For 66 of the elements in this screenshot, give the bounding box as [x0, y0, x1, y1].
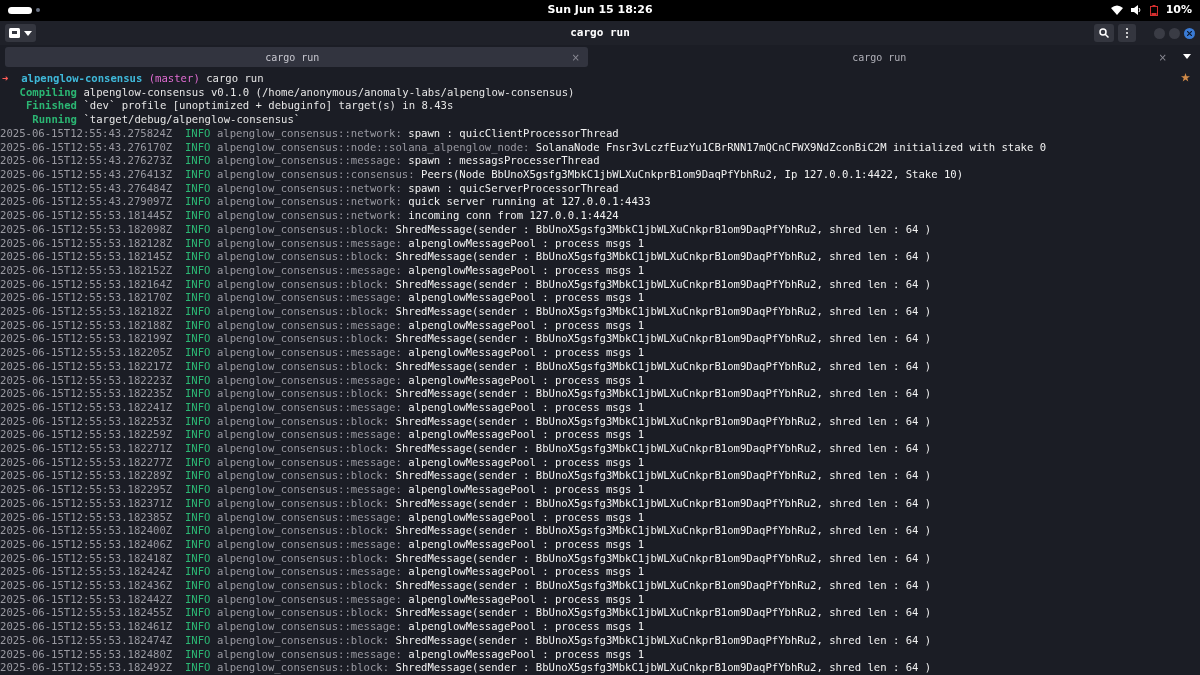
build-output-line: Running `target/debug/alpenglow-consensus` [31, 113, 302, 127]
battery-icon [1149, 4, 1158, 16]
log-line: 2025-06-15T12:55:53.182436Z INFO alpenglow_consensus::block: ShredMessage(sender : BbUnoX5gsfg3MbkC1jbWLXuCnkprB1om9DaqPfYbhRu2, shred len : 64 ) [0, 579, 933, 593]
terminal-tab[interactable]: cargo run × [592, 47, 1175, 68]
log-line: 2025-06-15T12:55:53.182455Z INFO alpenglow_consensus::block: ShredMessage(sender : BbUnoX5gsfg3MbkC1jbWLXuCnkprB1om9DaqPfYbhRu2, shred len : 64 ) [0, 606, 933, 621]
speaker-icon [1130, 5, 1142, 16]
log-line: 2025-06-15T12:55:53.182492Z INFO alpenglow_consensus::block: ShredMessage(sender : BbUnoX5gsfg3MbkC1jbWLXuCnkprB1om9DaqPfYbhRu2, shred len : 64 ) [0, 661, 933, 675]
log-line: 2025-06-15T12:55:53.182277Z INFO alpenglow_consensus::message: alpenglowMessagePool : process msgs 1 [0, 455, 646, 470]
clock[interactable]: Sun Jun 15 18:26 [547, 2, 653, 19]
log-line: 2025-06-15T12:55:53.182480Z INFO alpenglow_consensus::message: alpenglowMessagePool : process msgs 1 [0, 647, 646, 662]
tab-label: cargo run [851, 50, 908, 65]
log-line: 2025-06-15T12:55:53.182217Z INFO alpenglow_consensus::block: ShredMessage(sender : BbUnoX5gsfg3MbkC1jbWLXuCnkprB1om9DaqPfYbhRu2, shred len : 64 ) [0, 359, 933, 374]
new-tab-button[interactable] [5, 24, 36, 43]
tab-label: cargo run [264, 50, 321, 65]
search-button[interactable] [1094, 24, 1114, 43]
log-line: 2025-06-15T12:55:43.275824Z INFO alpenglow_consensus::network: spawn : quicClientProcessorThread [0, 126, 620, 141]
log-line: 2025-06-15T12:55:53.182170Z INFO alpenglow_consensus::message: alpenglowMessagePool : process msgs 1 [0, 291, 646, 305]
log-line: 2025-06-15T12:55:53.182182Z INFO alpenglow_consensus::block: ShredMessage(sender : BbUnoX5gsfg3MbkC1jbWLXuCnkprB1om9DaqPfYbhRu2, shred len : 64 ) [0, 305, 933, 319]
log-line: 2025-06-15T12:55:53.182128Z INFO alpenglow_consensus::message: alpenglowMessagePool : process msgs 1 [0, 236, 646, 251]
tab-close-button[interactable]: × [571, 49, 580, 65]
log-line: 2025-06-15T12:55:43.276413Z INFO alpenglow_consensus::consensus: Peers(Node BbUnoX5gsfg3MbkC1jbWLXuCnkprB1om9DaqPfYbhRu2, Ip 127.0.0.1:4422, Stake 10) [0, 168, 965, 182]
terminal-icon [9, 28, 20, 39]
log-line: 2025-06-15T12:55:53.182385Z INFO alpenglow_consensus::message: alpenglowMessagePool : process msgs 1 [0, 510, 646, 525]
log-line: 2025-06-15T12:55:53.182418Z INFO alpenglow_consensus::block: ShredMessage(sender : BbUnoX5gsfg3MbkC1jbWLXuCnkprB1om9DaqPfYbhRu2, shred len : 64 ) [0, 551, 933, 566]
star-icon [1180, 73, 1190, 83]
log-line: 2025-06-15T12:55:53.182235Z INFO alpenglow_consensus::block: ShredMessage(sender : BbUnoX5gsfg3MbkC1jbWLXuCnkprB1om9DaqPfYbhRu2, shred len : 64 ) [0, 387, 933, 401]
log-line: 2025-06-15T12:55:53.182400Z INFO alpenglow_consensus::block: ShredMessage(sender : BbUnoX5gsfg3MbkC1jbWLXuCnkprB1om9DaqPfYbhRu2, shred len : 64 ) [0, 524, 933, 538]
log-line: 2025-06-15T12:55:43.276170Z INFO alpenglow_consensus::node::solana_alpenglow_node: SolanaNode Fnsr3vLczfEuzYu1CBrRNN17mQCnCFWX9NdZconBiC2M initialized with stake 0 [0, 140, 1048, 155]
menu-button[interactable] [1118, 24, 1136, 43]
log-line: 2025-06-15T12:55:53.182188Z INFO alpenglow_consensus::message: alpenglowMessagePool : process msgs 1 [0, 318, 646, 333]
log-line: 2025-06-15T12:55:53.181445Z INFO alpenglow_consensus::network: incoming conn from 127.0.0.1:4424 [0, 209, 620, 223]
window-title: cargo run [570, 24, 630, 41]
log-line: 2025-06-15T12:55:53.182474Z INFO alpenglow_consensus::block: ShredMessage(sender : BbUnoX5gsfg3MbkC1jbWLXuCnkprB1om9DaqPfYbhRu2, shred len : 64 ) [0, 633, 933, 648]
log-line: 2025-06-15T12:55:53.182371Z INFO alpenglow_consensus::block: ShredMessage(sender : BbUnoX5gsfg3MbkC1jbWLXuCnkprB1om9DaqPfYbhRu2, shred len : 64 ) [0, 496, 933, 511]
battery-percentage: 10% [1165, 2, 1192, 19]
log-line: 2025-06-15T12:55:53.182223Z INFO alpenglow_consensus::message: alpenglowMessagePool : process msgs 1 [0, 373, 646, 388]
log-line: 2025-06-15T12:55:53.182424Z INFO alpenglow_consensus::message: alpenglowMessagePool : process msgs 1 [0, 565, 646, 580]
log-line: 2025-06-15T12:55:53.182199Z INFO alpenglow_consensus::block: ShredMessage(sender : BbUnoX5gsfg3MbkC1jbWLXuCnkprB1om9DaqPfYbhRu2, shred len : 64 ) [0, 332, 933, 347]
log-line: 2025-06-15T12:55:53.182205Z INFO alpenglow_consensus::message: alpenglowMessagePool : process msgs 1 [0, 346, 646, 360]
log-line: 2025-06-15T12:55:53.182164Z INFO alpenglow_consensus::block: ShredMessage(sender : BbUnoX5gsfg3MbkC1jbWLXuCnkprB1om9DaqPfYbhRu2, shred len : 64 ) [0, 277, 933, 292]
caret-icon [24, 30, 32, 36]
log-line: 2025-06-15T12:55:53.182145Z INFO alpenglow_consensus::block: ShredMessage(sender : BbUnoX5gsfg3MbkC1jbWLXuCnkprB1om9DaqPfYbhRu2, shred len : 64 ) [0, 250, 933, 264]
log-line: 2025-06-15T12:55:53.182289Z INFO alpenglow_consensus::block: ShredMessage(sender : BbUnoX5gsfg3MbkC1jbWLXuCnkprB1om9DaqPfYbhRu2, shred len : 64 ) [0, 469, 933, 484]
build-output-line: Compiling alpenglow-consensus v0.1.0 (/home/anonymous/anomaly-labs/alpenglow-consensus) [18, 85, 576, 100]
close-button[interactable] [1184, 27, 1195, 39]
log-line: 2025-06-15T12:55:43.276273Z INFO alpenglow_consensus::message: spawn : messagsProcesserThread [0, 154, 601, 168]
build-output-line: Finished `dev` profile [unoptimized + debuginfo] target(s) in 8.43s [24, 99, 455, 114]
search-icon [1099, 28, 1109, 39]
terminal-tab[interactable]: cargo run × [5, 47, 588, 68]
log-line: 2025-06-15T12:55:53.182271Z INFO alpenglow_consensus::block: ShredMessage(sender : BbUnoX5gsfg3MbkC1jbWLXuCnkprB1om9DaqPfYbhRu2, shred len : 64 ) [0, 442, 933, 456]
wifi-icon [1110, 5, 1123, 16]
workspace-indicator-icon[interactable] [8, 6, 32, 14]
log-line: 2025-06-15T12:55:53.182253Z INFO alpenglow_consensus::block: ShredMessage(sender : BbUnoX5gsfg3MbkC1jbWLXuCnkprB1om9DaqPfYbhRu2, shred len : 64 ) [0, 414, 933, 429]
log-line: 2025-06-15T12:55:53.182295Z INFO alpenglow_consensus::message: alpenglowMessagePool : process msgs 1 [0, 483, 646, 497]
log-line: 2025-06-15T12:55:53.182152Z INFO alpenglow_consensus::message: alpenglowMessagePool : process msgs 1 [0, 263, 646, 278]
log-line: 2025-06-15T12:55:53.182442Z INFO alpenglow_consensus::message: alpenglowMessagePool : process msgs 1 [0, 592, 646, 607]
log-line: 2025-06-15T12:55:53.182406Z INFO alpenglow_consensus::message: alpenglowMessagePool : process msgs 1 [0, 537, 646, 552]
log-line: 2025-06-15T12:55:53.182461Z INFO alpenglow_consensus::message: alpenglowMessagePool : process msgs 1 [0, 620, 646, 634]
tab-close-button[interactable]: × [1158, 49, 1167, 65]
log-line: 2025-06-15T12:55:53.182098Z INFO alpenglow_consensus::block: ShredMessage(sender : BbUnoX5gsfg3MbkC1jbWLXuCnkprB1om9DaqPfYbhRu2, shred len : 64 ) [0, 222, 933, 237]
log-line: 2025-06-15T12:55:53.182259Z INFO alpenglow_consensus::message: alpenglowMessagePool : process msgs 1 [0, 428, 646, 443]
log-line: 2025-06-15T12:55:43.276484Z INFO alpenglow_consensus::network: spawn : quicServerProcessorThread [0, 181, 620, 196]
log-line: 2025-06-15T12:55:53.182241Z INFO alpenglow_consensus::message: alpenglowMessagePool : process msgs 1 [0, 400, 646, 415]
log-line: 2025-06-15T12:55:43.279097Z INFO alpenglow_consensus::network: quick server running at 127.0.0.1:4433 [0, 195, 652, 210]
close-icon [1187, 30, 1192, 36]
prompt-line: ➜ alpenglow-consensus (master) cargo run [1, 72, 264, 86]
